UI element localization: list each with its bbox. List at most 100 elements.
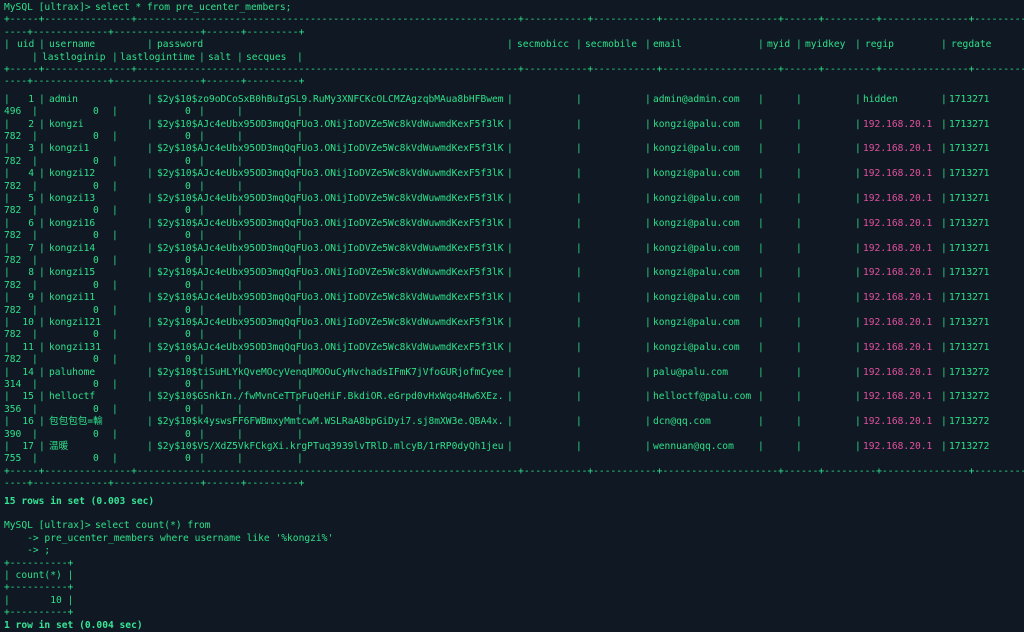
column-separator: | xyxy=(576,168,582,180)
password-cell: $2y$10$GSnkIn./fwMvnCeTTpFuQeHiF.BkdiOR.… xyxy=(157,391,504,403)
border-line: +----------+ xyxy=(4,607,74,619)
column-separator: | xyxy=(39,317,45,328)
column-separator: | xyxy=(4,366,10,378)
column-separator: | xyxy=(4,317,10,328)
regdate-cell: 1713271 xyxy=(949,317,990,328)
column-separator: | xyxy=(507,143,513,155)
border-line: +----------+ xyxy=(4,557,74,569)
lastloginip-cell: 0 xyxy=(93,403,99,415)
column-separator: | xyxy=(237,379,243,390)
lastlogintime-cell: 0 xyxy=(185,279,191,291)
column-separator: | xyxy=(507,341,513,353)
lastlogintime-cell: 0 xyxy=(185,230,191,242)
regdate-cell: 314 xyxy=(4,379,22,390)
column-separator: | xyxy=(39,391,45,403)
column-separator: | xyxy=(645,39,651,51)
email-cell: palu@palu.com xyxy=(653,366,729,378)
column-separator: | xyxy=(39,118,45,130)
email-cell: kongzi@palu.com xyxy=(653,267,740,279)
column-header: email xyxy=(653,39,682,51)
lastloginip-cell: 0 xyxy=(93,180,99,192)
column-header: uid xyxy=(17,39,35,51)
column-header: | count(*) | xyxy=(4,570,74,581)
column-separator: | xyxy=(147,217,153,229)
password-cell: $2y$10$zo9oDCoSxB0hBuIgSL9.RuMy3XNFCKcOL… xyxy=(157,93,504,105)
column-separator: | xyxy=(855,168,861,180)
column-separator: | xyxy=(4,292,10,304)
column-header: secques xyxy=(246,51,287,63)
border-line: +-----+---------------+-----------------… xyxy=(4,14,1024,26)
column-separator: | xyxy=(199,205,205,217)
column-separator: | xyxy=(297,379,303,390)
column-separator: | xyxy=(796,217,802,229)
regdate-cell: 496 xyxy=(4,106,22,118)
uid-cell: 10 xyxy=(22,317,34,328)
column-separator: | xyxy=(147,391,153,403)
column-header: username xyxy=(49,39,96,51)
uid-cell: 3 xyxy=(28,143,34,155)
lastlogintime-cell: 0 xyxy=(185,106,191,118)
column-separator: | xyxy=(147,292,153,304)
column-separator: | xyxy=(237,428,243,440)
column-separator: | xyxy=(941,193,947,204)
column-separator: | xyxy=(297,453,303,465)
column-separator: | xyxy=(758,441,764,452)
column-separator: | xyxy=(576,267,582,279)
column-separator: | xyxy=(4,267,10,279)
regip-cell: hidden xyxy=(863,93,898,105)
column-separator: | xyxy=(758,366,764,378)
column-separator: | xyxy=(855,193,861,204)
column-separator: | xyxy=(941,93,947,105)
sql-command: -> pre_ucenter_members where username li… xyxy=(4,532,334,544)
column-separator: | xyxy=(147,143,153,155)
sql-command: -> ; xyxy=(4,545,51,557)
username-cell: kongzi14 xyxy=(49,242,96,254)
column-separator: | xyxy=(237,453,243,465)
column-separator: | xyxy=(112,379,118,390)
column-separator: | xyxy=(645,242,651,254)
lastlogintime-cell: 0 xyxy=(185,180,191,192)
column-separator: | xyxy=(297,230,303,242)
column-separator: | xyxy=(39,242,45,254)
column-separator: | xyxy=(199,304,205,316)
column-separator: | xyxy=(237,354,243,366)
column-separator: | xyxy=(32,453,38,465)
regdate-cell: 1713272 xyxy=(949,441,990,452)
terminal-window[interactable]: MySQL [ultrax]> select * from pre_ucenter… xyxy=(0,0,1024,631)
column-separator: | xyxy=(147,118,153,130)
regip-cell: 192.168.20.1 xyxy=(863,416,933,428)
column-separator: | xyxy=(507,168,513,180)
column-separator: | xyxy=(147,168,153,180)
column-separator: | xyxy=(941,317,947,328)
column-separator: | xyxy=(297,279,303,291)
column-separator: | xyxy=(199,329,205,341)
password-cell: $2y$10$AJc4eUbx95OD3mqQqFUo3.ONijIoDVZe5… xyxy=(157,341,504,353)
column-separator: | xyxy=(758,416,764,428)
border-line: +-----+---------------+-----------------… xyxy=(4,465,1024,477)
lastlogintime-cell: 0 xyxy=(185,329,191,341)
password-cell: $2y$10$tiSuHLYkQveMOcyVenqUMOOuCyHvchads… xyxy=(157,366,504,378)
column-separator: | xyxy=(796,267,802,279)
regdate-cell: 1713272 xyxy=(949,391,990,403)
column-separator: | xyxy=(855,39,861,51)
column-separator: | xyxy=(147,416,153,428)
regdate-cell: 356 xyxy=(4,403,22,415)
username-cell: kongzi13 xyxy=(49,193,96,204)
column-separator: | xyxy=(758,39,764,51)
column-separator: | xyxy=(32,131,38,142)
column-header: salt xyxy=(208,51,232,63)
column-separator: | xyxy=(39,193,45,204)
regip-cell: 192.168.20.1 xyxy=(863,143,933,155)
column-separator: | xyxy=(941,217,947,229)
column-separator: | xyxy=(855,416,861,428)
column-separator: | xyxy=(4,93,10,105)
column-separator: | xyxy=(645,143,651,155)
column-separator: | xyxy=(39,93,45,105)
column-separator: | xyxy=(199,106,205,118)
column-separator: | xyxy=(147,93,153,105)
regip-cell: 192.168.20.1 xyxy=(863,317,933,328)
column-separator: | xyxy=(4,143,10,155)
column-separator: | xyxy=(32,155,38,167)
column-separator: | xyxy=(147,39,153,51)
lastlogintime-cell: 0 xyxy=(185,403,191,415)
